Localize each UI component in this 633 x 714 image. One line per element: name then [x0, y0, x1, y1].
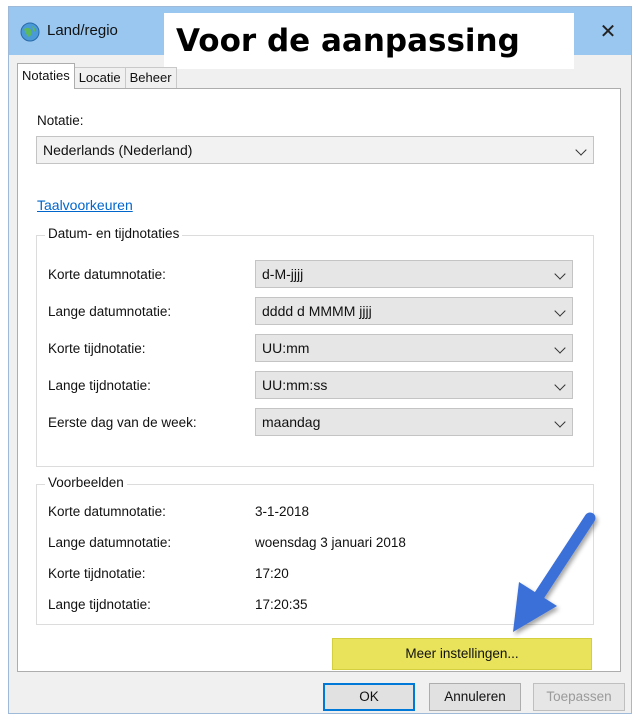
korte-datum-value: d-M-jjjj [262, 266, 304, 282]
examples-group-title: Voorbeelden [45, 475, 127, 490]
lange-datum-select[interactable]: dddd d MMMM jjjj [255, 297, 573, 325]
chevron-down-icon [554, 416, 566, 428]
more-settings-button[interactable]: Meer instellingen... [332, 638, 592, 670]
example-korte-datum-label: Korte datumnotatie: [48, 504, 166, 519]
apply-button[interactable]: Toepassen [533, 683, 625, 711]
taalvoorkeuren-link[interactable]: Taalvoorkeuren [37, 197, 133, 213]
lange-datum-label: Lange datumnotatie: [48, 304, 172, 319]
eerste-dag-value: maandag [262, 414, 321, 430]
chevron-down-icon [575, 144, 587, 156]
chevron-down-icon [554, 342, 566, 354]
chevron-down-icon [554, 379, 566, 391]
example-korte-tijd-label: Korte tijdnotatie: [48, 566, 146, 581]
globe-icon [20, 22, 40, 42]
korte-datum-select[interactable]: d-M-jjjj [255, 260, 573, 288]
ok-button[interactable]: OK [323, 683, 415, 711]
tab-notaties[interactable]: Notaties [17, 63, 75, 89]
arrow-annotation [513, 512, 596, 632]
datetime-group: Datum- en tijdnotaties Korte datumnotati… [36, 226, 594, 467]
lange-tijd-label: Lange tijdnotatie: [48, 378, 151, 393]
korte-tijd-label: Korte tijdnotatie: [48, 341, 146, 356]
lange-tijd-value: UU:mm:ss [262, 377, 328, 393]
korte-tijd-value: UU:mm [262, 340, 310, 356]
notatie-label: Notatie: [37, 113, 84, 128]
tab-beheer[interactable]: Beheer [124, 67, 177, 89]
annotation-banner: Voor de aanpassing [164, 13, 574, 69]
lange-tijd-select[interactable]: UU:mm:ss [255, 371, 573, 399]
datetime-group-title: Datum- en tijdnotaties [45, 226, 183, 241]
korte-datum-label: Korte datumnotatie: [48, 267, 166, 282]
cancel-button[interactable]: Annuleren [429, 683, 521, 711]
close-icon: ✕ [599, 20, 617, 43]
korte-tijd-select[interactable]: UU:mm [255, 334, 573, 362]
example-korte-tijd-value: 17:20 [255, 566, 289, 581]
notatie-value: Nederlands (Nederland) [43, 142, 193, 158]
example-lange-datum-label: Lange datumnotatie: [48, 535, 172, 550]
lange-datum-value: dddd d MMMM jjjj [262, 303, 372, 319]
chevron-down-icon [554, 268, 566, 280]
close-button[interactable]: ✕ [585, 7, 631, 55]
notatie-select[interactable]: Nederlands (Nederland) [36, 136, 594, 164]
eerste-dag-select[interactable]: maandag [255, 408, 573, 436]
example-lange-tijd-label: Lange tijdnotatie: [48, 597, 151, 612]
example-lange-tijd-value: 17:20:35 [255, 597, 308, 612]
chevron-down-icon [554, 305, 566, 317]
window-title: Land/regio [47, 22, 118, 39]
tab-locatie[interactable]: Locatie [73, 67, 126, 89]
eerste-dag-label: Eerste dag van de week: [48, 415, 197, 430]
tab-bar: Notaties Locatie Beheer [17, 63, 177, 89]
example-lange-datum-value: woensdag 3 januari 2018 [255, 535, 406, 550]
example-korte-datum-value: 3-1-2018 [255, 504, 310, 519]
